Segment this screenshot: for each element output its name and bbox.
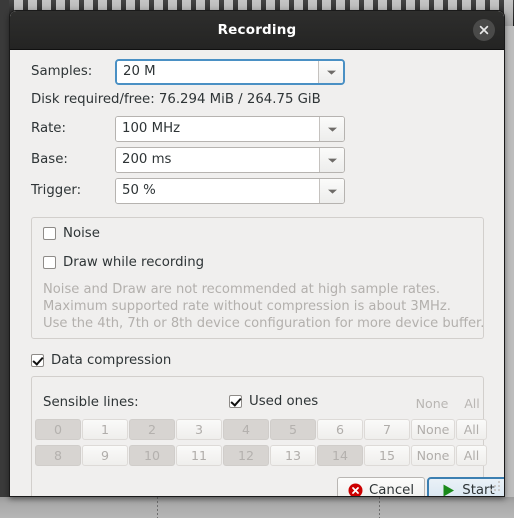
line-button-14[interactable]: 14	[317, 445, 363, 466]
line-row-0-none-button[interactable]: None	[411, 419, 455, 440]
dialog-titlebar: Recording	[10, 11, 504, 50]
close-icon[interactable]	[473, 19, 495, 41]
trigger-label: Trigger:	[31, 183, 82, 198]
trigger-value: 50 %	[116, 179, 319, 203]
cancel-button[interactable]: Cancel	[337, 477, 425, 497]
cancel-icon	[348, 483, 363, 496]
line-button-7[interactable]: 7	[364, 419, 410, 440]
noise-checkbox[interactable]	[43, 227, 56, 240]
sensible-lines-header-all-button[interactable]: All	[457, 393, 487, 414]
resize-grip[interactable]	[489, 481, 501, 493]
samples-row: Samples: 20 M	[31, 59, 345, 85]
chevron-down-icon[interactable]	[319, 148, 344, 172]
lower-background	[0, 497, 514, 518]
disk-required-free-text: Disk required/free: 76.294 MiB / 264.75 …	[31, 92, 321, 107]
guide-line	[157, 497, 158, 518]
used-ones-label: Used ones	[249, 394, 319, 409]
trigger-row: Trigger: 50 %	[31, 178, 345, 204]
data-compression-checkbox[interactable]	[31, 354, 44, 367]
base-value: 200 ms	[116, 148, 319, 172]
line-button-11[interactable]: 11	[176, 445, 222, 466]
chevron-down-icon[interactable]	[318, 61, 343, 83]
noise-checkbox-row[interactable]: Noise	[43, 226, 100, 241]
line-button-15[interactable]: 15	[364, 445, 410, 466]
line-button-8[interactable]: 8	[35, 445, 81, 466]
line-button-4[interactable]: 4	[223, 419, 269, 440]
samples-label: Samples:	[31, 64, 93, 79]
samples-combobox[interactable]: 20 M	[115, 59, 345, 85]
chevron-down-icon[interactable]	[319, 117, 344, 141]
base-combobox[interactable]: 200 ms	[115, 147, 345, 173]
cancel-button-label: Cancel	[368, 483, 415, 497]
draw-while-recording-label: Draw while recording	[63, 255, 205, 270]
line-row-0-all-button[interactable]: All	[456, 419, 487, 440]
guide-line	[379, 497, 380, 518]
line-button-6[interactable]: 6	[317, 419, 363, 440]
line-button-10[interactable]: 10	[129, 445, 175, 466]
used-ones-checkbox[interactable]	[229, 395, 242, 408]
trigger-combobox[interactable]: 50 %	[115, 178, 345, 204]
draw-while-recording-checkbox-row[interactable]: Draw while recording	[43, 255, 204, 270]
line-button-13[interactable]: 13	[270, 445, 316, 466]
hint-line-2: Maximum supported rate without compressi…	[43, 299, 451, 314]
rate-combobox[interactable]: 100 MHz	[115, 116, 345, 142]
rate-row: Rate: 100 MHz	[31, 116, 345, 142]
base-label: Base:	[31, 152, 68, 167]
line-button-3[interactable]: 3	[176, 419, 222, 440]
noise-label: Noise	[63, 226, 100, 241]
line-row-1-all-button[interactable]: All	[456, 445, 487, 466]
line-button-12[interactable]: 12	[223, 445, 269, 466]
dialog-title: Recording	[217, 22, 297, 38]
base-row: Base: 200 ms	[31, 147, 345, 173]
line-button-9[interactable]: 9	[82, 445, 128, 466]
recording-dialog: Recording Samples: 20 M Disk required/fr…	[9, 10, 505, 497]
data-compression-checkbox-row[interactable]: Data compression	[31, 353, 171, 368]
play-icon	[443, 484, 455, 496]
line-row-1-none-button[interactable]: None	[411, 445, 455, 466]
draw-while-recording-checkbox[interactable]	[43, 256, 56, 269]
rate-value: 100 MHz	[116, 117, 319, 141]
line-button-0[interactable]: 0	[35, 419, 81, 440]
dialog-content: Samples: 20 M Disk required/free: 76.294…	[10, 50, 504, 496]
line-button-5[interactable]: 5	[270, 419, 316, 440]
data-compression-label: Data compression	[51, 353, 172, 368]
sensible-lines-label: Sensible lines:	[43, 395, 139, 410]
samples-value: 20 M	[117, 61, 318, 83]
chevron-down-icon[interactable]	[319, 179, 344, 203]
line-button-1[interactable]: 1	[82, 419, 128, 440]
hint-line-3: Use the 4th, 7th or 8th device configura…	[43, 316, 485, 331]
rate-label: Rate:	[31, 121, 66, 136]
line-button-2[interactable]: 2	[129, 419, 175, 440]
left-edge-bar	[0, 0, 9, 518]
hint-line-1: Noise and Draw are not recommended at hi…	[43, 282, 441, 297]
sensible-lines-header-none-button[interactable]: None	[410, 393, 454, 414]
used-ones-checkbox-row[interactable]: Used ones	[229, 394, 318, 409]
screen: Recording Samples: 20 M Disk required/fr…	[0, 0, 514, 518]
